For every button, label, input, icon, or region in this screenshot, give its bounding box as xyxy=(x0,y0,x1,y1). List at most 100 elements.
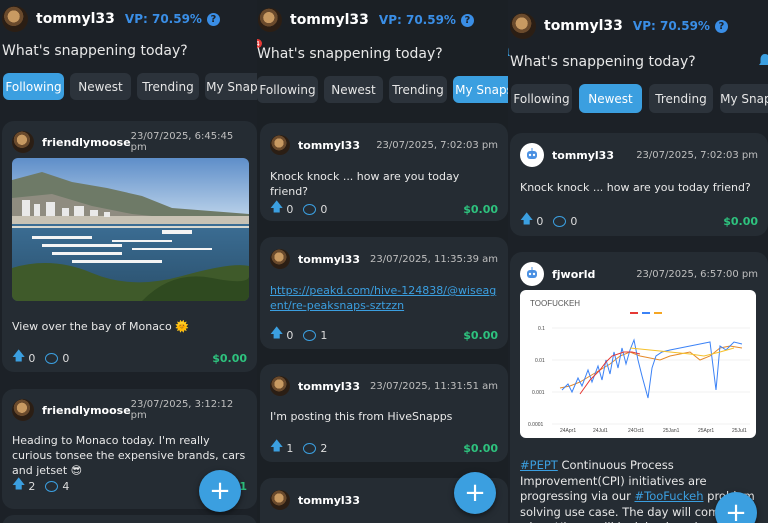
author-name[interactable]: tommyl33 xyxy=(298,253,360,266)
feed-tabs: Following Newest Trending My Snaps xyxy=(511,84,768,113)
x-tick-label: 25Jul1 xyxy=(732,428,747,434)
post-header: tommyl33 23/07/2025, 7:02:03 pm xyxy=(520,143,758,167)
comment-button[interactable]: 1 xyxy=(303,329,327,342)
screen-following: tommyl33 VP: 70.59% ? What's snappening … xyxy=(0,0,257,523)
upvote-icon[interactable]: 🡅 xyxy=(12,347,25,369)
tab-my-snaps[interactable]: My Snaps xyxy=(720,84,768,113)
avatar[interactable] xyxy=(2,6,28,32)
upvote-icon[interactable]: 🡅 xyxy=(270,198,283,220)
top-bar: tommyl33 VP: 70.59% ? xyxy=(258,8,508,32)
upvote-count: 1 xyxy=(286,441,294,455)
new-snap-button[interactable]: + xyxy=(454,472,496,514)
post-card[interactable]: friendlymoose 23/07/2025, 6:45:45 pm Vie… xyxy=(2,121,257,372)
comment-icon xyxy=(553,215,567,227)
author-name[interactable]: fjworld xyxy=(552,268,595,281)
post-card[interactable]: fjworld 23/07/2025, 6:57:00 pm TOOFUCKEH… xyxy=(510,252,768,523)
comment-icon xyxy=(303,203,317,215)
tab-newest[interactable]: Newest xyxy=(579,84,642,113)
bell-icon[interactable] xyxy=(757,53,768,69)
author-avatar[interactable] xyxy=(270,249,290,269)
tab-trending[interactable]: Trending xyxy=(389,76,447,103)
comment-icon xyxy=(45,480,59,492)
help-icon[interactable]: ? xyxy=(206,12,220,26)
robot-icon xyxy=(527,267,537,278)
author-avatar[interactable] xyxy=(270,135,290,155)
payout[interactable]: $0.00 xyxy=(723,215,758,228)
author-avatar[interactable] xyxy=(520,143,544,167)
upvote-icon[interactable]: 🡅 xyxy=(270,324,283,346)
feed-tabs: Following Newest Trending My Snaps xyxy=(257,76,508,103)
post-header: fjworld 23/07/2025, 6:57:00 pm xyxy=(520,262,758,286)
post-card[interactable]: tommyl33 23/07/2025, 7:02:03 pm Knock kn… xyxy=(510,133,768,236)
upvote-icon[interactable]: 🡅 xyxy=(12,475,25,497)
tab-trending[interactable]: Trending xyxy=(137,73,199,100)
post-date: 23/07/2025, 11:31:51 am xyxy=(370,380,498,392)
author-name[interactable]: friendlymoose xyxy=(42,136,131,149)
screen-newest: tommyl33 VP: 70.59% ? What's snappening … xyxy=(508,0,768,523)
compose-prompt[interactable]: What's snappening today? xyxy=(510,54,696,70)
avatar[interactable] xyxy=(510,13,536,39)
comment-button[interactable]: 0 xyxy=(303,203,327,216)
tab-my-snaps[interactable]: My Snaps xyxy=(453,76,508,103)
help-icon[interactable]: ? xyxy=(460,13,474,27)
post-text: Knock knock ... how are you today friend… xyxy=(520,181,751,194)
payout[interactable]: $0.00 xyxy=(463,203,498,216)
comment-count: 2 xyxy=(320,441,328,455)
author-name[interactable]: tommyl33 xyxy=(298,139,360,152)
tab-my-snaps[interactable]: My Snaps xyxy=(205,73,257,100)
post-image-monaco-bay[interactable] xyxy=(12,158,249,301)
hashtag-link[interactable]: #PEPT xyxy=(520,458,558,472)
author-name[interactable]: tommyl33 xyxy=(552,149,614,162)
username: tommyl33 xyxy=(544,18,623,34)
compose-prompt[interactable]: What's snappening today? xyxy=(257,46,443,62)
voting-power: VP: 70.59% xyxy=(632,19,710,33)
tab-following[interactable]: Following xyxy=(257,76,318,103)
payout[interactable]: $0.00 xyxy=(463,329,498,342)
author-avatar[interactable] xyxy=(270,376,290,396)
author-name[interactable]: tommyl33 xyxy=(298,494,360,507)
payout[interactable]: $0.00 xyxy=(463,442,498,455)
compose-prompt[interactable]: What's snappening today? xyxy=(2,43,188,59)
avatar[interactable] xyxy=(258,8,282,32)
comment-button[interactable]: 0 xyxy=(45,352,69,365)
comment-icon xyxy=(45,352,59,364)
post-actions: 🡅 1 2 $0.00 xyxy=(270,437,498,459)
comment-button[interactable]: 2 xyxy=(303,442,327,455)
upvote-icon[interactable]: 🡅 xyxy=(520,210,533,232)
username: tommyl33 xyxy=(290,12,369,28)
post-date: 23/07/2025, 6:57:00 pm xyxy=(636,268,758,280)
post-card[interactable]: tommyl33 23/07/2025, 7:02:03 pm Knock kn… xyxy=(260,123,508,221)
author-name[interactable]: tommyl33 xyxy=(298,380,360,393)
y-tick-label: 0.001 xyxy=(532,390,545,396)
tab-newest[interactable]: Newest xyxy=(70,73,131,100)
comment-icon xyxy=(303,442,317,454)
voting-power: VP: 70.59% xyxy=(378,13,456,27)
post-header: tommyl33 23/07/2025, 7:02:03 pm xyxy=(270,135,498,155)
upvote-count: 0 xyxy=(536,214,544,228)
tab-trending[interactable]: Trending xyxy=(649,84,713,113)
author-name[interactable]: friendlymoose xyxy=(42,404,131,417)
author-avatar[interactable] xyxy=(12,131,34,153)
post-card[interactable]: tommyl33 23/07/2025, 11:35:39 am https:/… xyxy=(260,237,508,349)
author-avatar[interactable] xyxy=(520,262,544,286)
payout[interactable]: $0.00 xyxy=(212,352,247,365)
post-card[interactable]: tommyl33 23/07/2025, 11:31:51 am I'm pos… xyxy=(260,364,508,462)
tab-following[interactable]: Following xyxy=(3,73,64,100)
hashtag-link[interactable]: #TooFuckeh xyxy=(635,489,704,503)
help-icon[interactable]: ? xyxy=(714,19,728,33)
post-image-chart[interactable]: TOOFUCKEH 0.1 0.01 0.001 0.0001 24Apr1 2… xyxy=(520,290,756,438)
post-card[interactable] xyxy=(2,515,257,523)
comment-button[interactable]: 0 xyxy=(553,215,577,228)
feed-tabs: Following Newest Trending My Snaps xyxy=(3,73,257,100)
tab-following[interactable]: Following xyxy=(511,84,572,113)
screen-my-snaps: tommyl33 VP: 70.59% ? 4 What's snappenin… xyxy=(257,0,508,523)
author-avatar[interactable] xyxy=(12,399,34,421)
new-snap-button[interactable]: + xyxy=(199,470,241,512)
upvote-count: 2 xyxy=(28,479,36,493)
comment-button[interactable]: 4 xyxy=(45,480,69,493)
post-link[interactable]: https://peakd.com/hive-124838/@wiseagent… xyxy=(270,283,498,313)
tab-newest[interactable]: Newest xyxy=(324,76,383,103)
author-avatar[interactable] xyxy=(270,490,290,510)
upvote-count: 0 xyxy=(286,202,294,216)
upvote-icon[interactable]: 🡅 xyxy=(270,437,283,459)
